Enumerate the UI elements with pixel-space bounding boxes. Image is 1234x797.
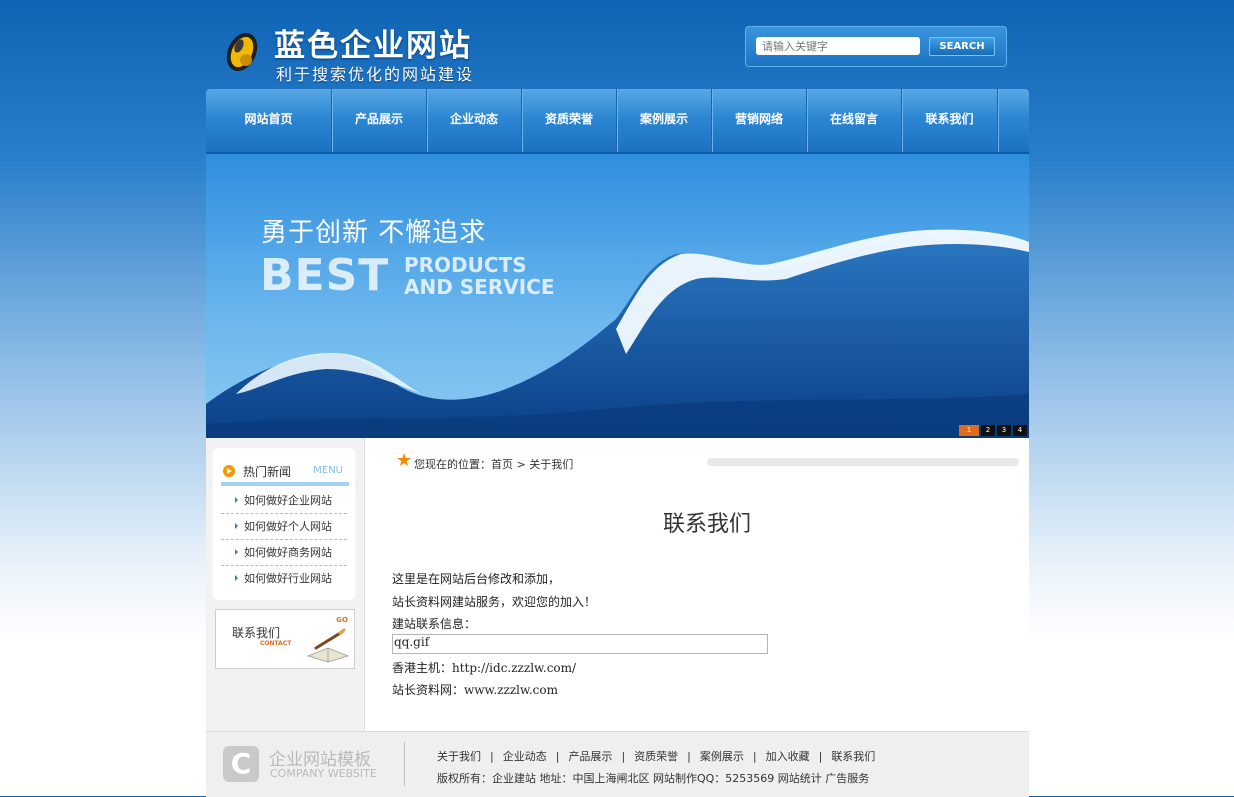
bullet-icon [235,523,238,529]
slide-dot-3[interactable]: 3 [997,425,1011,436]
banner-products-text: PRODUCTS AND SERVICE [404,254,555,298]
nav-item-honors[interactable]: 资质荣誉 [522,89,617,152]
bullet-icon [235,549,238,555]
slide-dot-2[interactable]: 2 [981,425,995,436]
body-text-line: 站长资料网建站服务，欢迎您的加入！ [392,595,597,609]
banner-products-line: PRODUCTS [404,253,527,277]
main-nav: 网站首页 产品展示 企业动态 资质荣誉 案例展示 营销网络 在线留言 联系我们 [206,89,1029,154]
news-item-label[interactable]: 如何做好商务网站 [244,546,332,559]
footer-separator: | [490,750,494,763]
breadcrumb-bar [707,458,1019,466]
nav-item-products[interactable]: 产品展示 [332,89,427,152]
hot-news-box: 热门新闻 MENU 如何做好企业网站 如何做好个人网站 如何做好商务网站 如何做… [213,448,355,600]
news-item-label[interactable]: 如何做好行业网站 [244,572,332,585]
footer-link-contact[interactable]: 联系我们 [831,750,875,763]
content-area: 热门新闻 MENU 如何做好企业网站 如何做好个人网站 如何做好商务网站 如何做… [206,438,1029,731]
footer-separator: | [818,750,823,763]
news-list-item[interactable]: 如何做好行业网站 [221,566,347,591]
body-text-line: 这里是在网站后台修改和添加， [392,572,561,586]
nav-item-network[interactable]: 营销网络 [712,89,807,152]
search-bar: SEARCH [745,26,1007,67]
slide-indicators: 1 2 3 4 [959,425,1027,436]
mouse-logo-icon [226,32,258,72]
main-content: ★ 您现在的位置：首页 > 关于我们 联系我们 这里是在网站后台修改和添加， 站… [392,438,1022,731]
contact-us-card[interactable]: 联系我们 GO CONTACT [215,609,355,669]
body-text-line: 建站联系信息： [392,617,477,631]
footer-link-news[interactable]: 企业动态 [503,750,547,763]
site-link-line[interactable]: 站长资料网：www.zzzlw.com [392,681,558,698]
site-logo-title[interactable]: 蓝色企业网站 [274,20,472,65]
bullet-icon [235,497,238,503]
nav-item-home[interactable]: 网站首页 [206,89,332,152]
slide-dot-4[interactable]: 4 [1013,425,1027,436]
page-title: 联系我们 [662,512,751,537]
search-input[interactable] [756,37,920,55]
hot-news-menu-label: MENU [313,465,343,476]
nav-item-message[interactable]: 在线留言 [807,89,902,152]
footer-link-products[interactable]: 产品展示 [568,750,612,763]
contact-us-label: 联系我们 [232,626,281,640]
play-icon [223,465,235,477]
contact-go-label: GO [336,616,348,624]
book-pen-icon [306,628,350,663]
news-item-label[interactable]: 如何做好个人网站 [244,520,332,533]
footer-logo-icon: C [223,746,259,782]
footer-divider [404,742,405,786]
news-list-item[interactable]: 如何做好个人网站 [221,514,347,540]
nav-item-contact[interactable]: 联系我们 [902,89,998,152]
news-item-label[interactable]: 如何做好企业网站 [244,494,332,507]
footer-link-honors[interactable]: 资质荣誉 [634,750,678,763]
hot-news-header: 热门新闻 MENU [221,462,349,486]
qq-image-placeholder: qq.gif [392,634,768,654]
banner-best-text: BEST [260,250,390,301]
footer-link-favorite[interactable]: 加入收藏 [766,750,810,763]
footer-links: 关于我们 | 企业动态 | 产品展示 | 资质荣誉 | 案例展示 | 加入收藏 | 联系我们 [437,748,875,764]
slide-dot-1[interactable]: 1 [959,425,979,436]
footer-separator: | [752,750,757,763]
contact-small-label: CONTACT [260,640,292,647]
footer-logo-en: COMPANY WEBSITE [270,767,377,780]
footer-copyright: 版权所有：企业建站 地址：中国上海闸北区 网站制作QQ：5253569 网站统计… [437,772,870,785]
footer: C 企业网站模板 COMPANY WEBSITE 关于我们 | 企业动态 | 产品展示 |… [206,731,1029,797]
footer-separator: | [687,750,691,763]
hot-news-title: 热门新闻 [243,465,292,479]
star-icon: ★ [396,450,413,471]
footer-link-cases[interactable]: 案例展示 [700,750,744,763]
banner-service-line: AND SERVICE [404,275,555,299]
breadcrumb[interactable]: 您现在的位置：首页 > 关于我们 [414,456,573,472]
nav-item-cases[interactable]: 案例展示 [617,89,712,152]
host-link-line[interactable]: 香港主机：http://idc.zzzlw.com/ [392,659,576,676]
page-container: 蓝色企业网站 利于搜索优化的网站建设 SEARCH 网站首页 产品展示 企业动态… [206,0,1029,797]
banner-slogan: 勇于创新 不懈追求 [261,218,487,248]
search-button[interactable]: SEARCH [929,37,995,56]
nav-item-news[interactable]: 企业动态 [427,89,522,152]
footer-link-about[interactable]: 关于我们 [437,750,481,763]
news-list-item[interactable]: 如何做好商务网站 [221,540,347,566]
footer-separator: | [555,750,560,763]
bullet-icon [235,575,238,581]
news-list-item[interactable]: 如何做好企业网站 [221,488,347,514]
site-logo-subtitle: 利于搜索优化的网站建设 [276,65,475,84]
footer-separator: | [621,750,626,763]
sidebar: 热门新闻 MENU 如何做好企业网站 如何做好个人网站 如何做好商务网站 如何做… [206,438,365,731]
hero-banner: 勇于创新 不懈追求 BEST PRODUCTS AND SERVICE 1 2 … [206,154,1029,438]
